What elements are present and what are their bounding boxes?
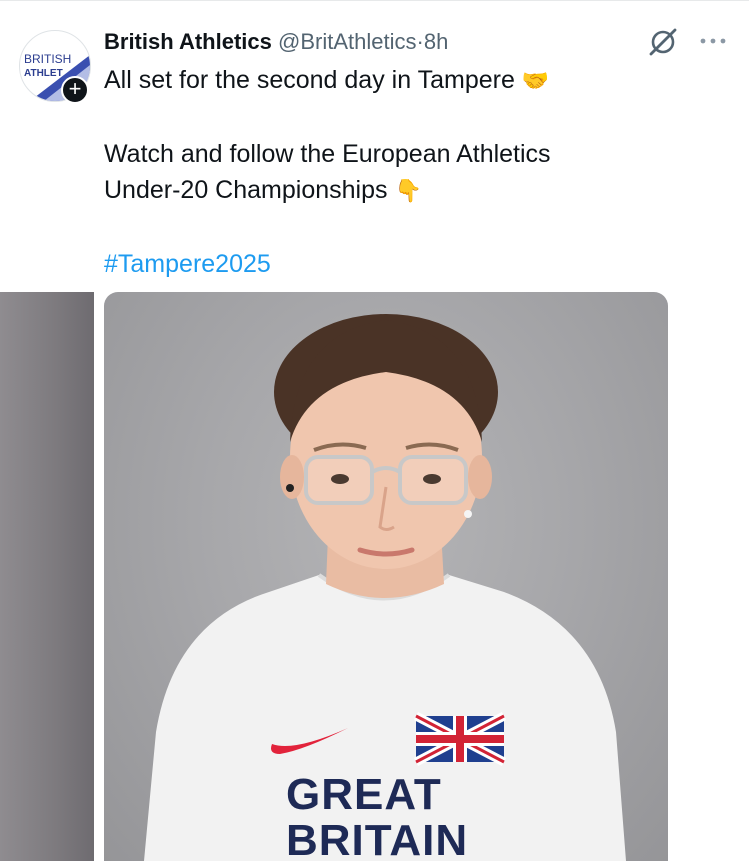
tweet-line-3: Under-20 Championships 👇 xyxy=(104,172,704,210)
shirt-text-britain: BRITAIN xyxy=(286,816,469,861)
post-time[interactable]: 8h xyxy=(424,29,448,54)
header-separator: · xyxy=(416,29,424,54)
handshake-emoji: 🤝 xyxy=(521,69,550,94)
grok-icon[interactable] xyxy=(648,27,678,57)
media-image[interactable]: GREAT BRITAIN xyxy=(104,292,668,861)
avatar-logo-text-2: ATHLET xyxy=(24,68,63,79)
hashtag-link[interactable]: #Tampere2025 xyxy=(104,246,704,282)
pointing-down-emoji: 👇 xyxy=(394,179,422,204)
tweet-line-1-text: All set for the second day in Tampere xyxy=(104,66,515,94)
tweet-header: British Athletics @BritAthletics·8h xyxy=(104,28,448,56)
avatar-logo-text-1: BRITISH xyxy=(24,52,72,66)
tweet-line-3-text: Under-20 Championships xyxy=(104,176,388,204)
media-previous-image[interactable] xyxy=(0,292,94,861)
author-display-name[interactable]: British Athletics xyxy=(104,29,272,54)
author-handle[interactable]: @BritAthletics xyxy=(278,29,416,54)
shirt-text-great: GREAT xyxy=(286,770,442,819)
top-divider xyxy=(0,0,749,1)
tweet-line-2: Watch and follow the European Athletics xyxy=(104,140,551,168)
more-options-icon[interactable] xyxy=(696,29,730,53)
tweet-text: All set for the second day in Tampere 🤝 … xyxy=(104,62,704,282)
tweet-line-1: All set for the second day in Tampere 🤝 xyxy=(104,62,704,100)
follow-plus-button[interactable]: + xyxy=(61,76,89,104)
paragraph-gap-2 xyxy=(104,210,704,246)
